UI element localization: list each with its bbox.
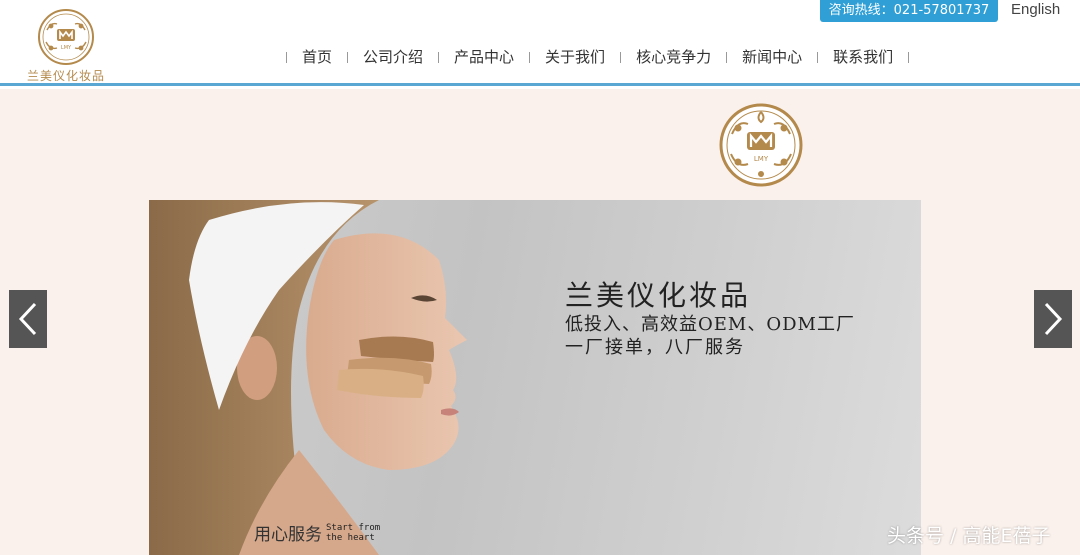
model-portrait-image (149, 200, 467, 555)
logo-emblem-icon: LMY (38, 9, 94, 65)
site-logo[interactable]: LMY 兰美仪化妆品 (20, 8, 112, 86)
site-header: LMY 兰美仪化妆品 咨询热线：021-57801737 English 首页 … (0, 0, 1080, 86)
banner-subtitle-2: 一厂接单，八厂服务 (565, 337, 745, 358)
nav-item-news[interactable]: 新闻中心 (727, 46, 817, 68)
source-watermark: 头条号 / 高能E蓓子 (887, 525, 1051, 547)
slogan-chinese: 用心服务 (254, 525, 322, 545)
slider-prev-button[interactable] (9, 290, 47, 348)
nav-item-products[interactable]: 产品中心 (439, 46, 529, 68)
banner-title: 兰美仪化妆品 (565, 279, 752, 312)
logo-text: 兰美仪化妆品 (26, 69, 105, 83)
brand-emblem-icon: LMY (719, 103, 803, 187)
brand-emblem-mark-text: LMY (754, 155, 769, 163)
nav-item-home[interactable]: 首页 (287, 46, 347, 68)
language-switch-english[interactable]: English (1011, 1, 1060, 18)
logo-mark-text: LMY (61, 45, 72, 51)
nav-item-core-competence[interactable]: 核心竞争力 (621, 46, 726, 68)
chevron-right-icon (1044, 302, 1063, 336)
nav-separator (908, 51, 910, 63)
chevron-left-icon (18, 302, 37, 336)
nav-item-about[interactable]: 关于我们 (530, 46, 620, 68)
nav-item-company-intro[interactable]: 公司介绍 (348, 46, 438, 68)
hero-slider: LMY 兰美仪化妆品 低投入、高效益OEM、ODM工厂 一厂接单，八厂服务 用心… (0, 89, 1080, 555)
hotline-badge[interactable]: 咨询热线：021-57801737 (820, 0, 998, 22)
banner-slogan: 用心服务 Start from the heart (254, 520, 388, 546)
nav-item-contact[interactable]: 联系我们 (818, 46, 908, 68)
slider-next-button[interactable] (1034, 290, 1072, 348)
slogan-english: Start from the heart (326, 522, 381, 543)
banner-slide[interactable]: 兰美仪化妆品 低投入、高效益OEM、ODM工厂 一厂接单，八厂服务 用心服务 S… (149, 200, 921, 555)
main-nav: 首页 公司介绍 产品中心 关于我们 核心竞争力 新闻中心 联系我们 (286, 46, 910, 68)
